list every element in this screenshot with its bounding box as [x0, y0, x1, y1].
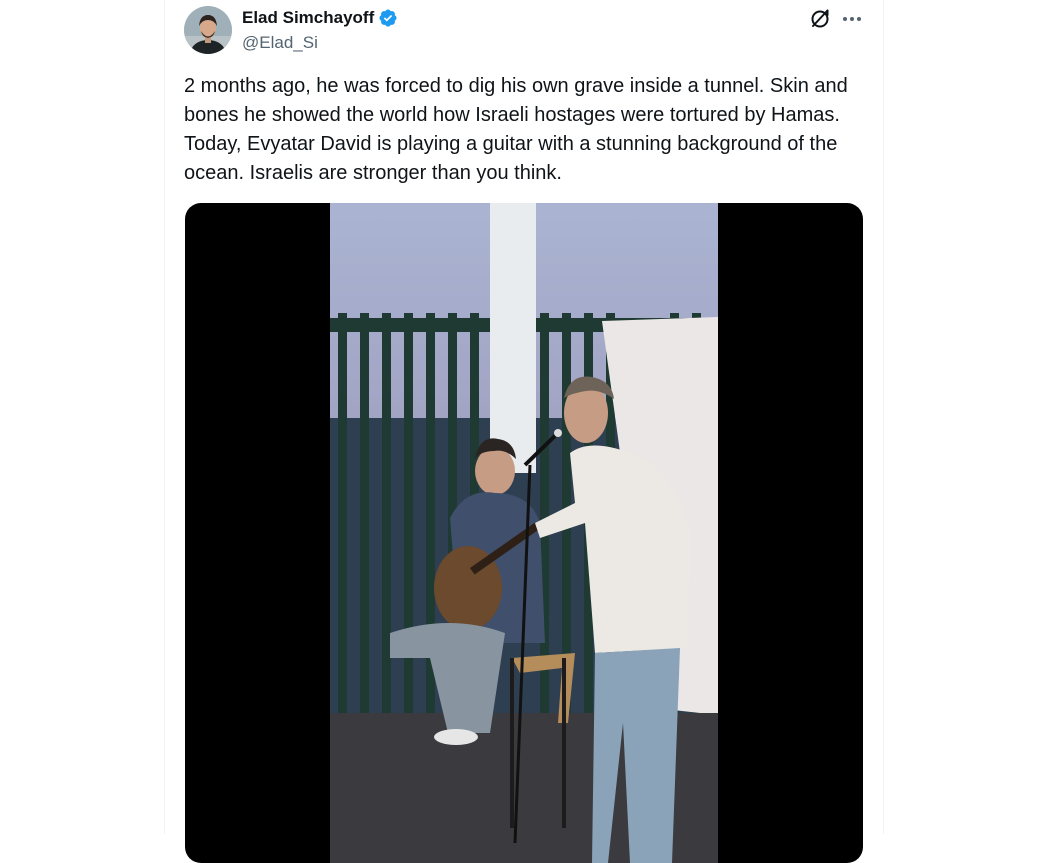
- more-options-icon[interactable]: [840, 7, 864, 31]
- grok-icon[interactable]: [808, 7, 832, 31]
- video-thumbnail[interactable]: [330, 203, 718, 863]
- avatar[interactable]: [184, 6, 232, 54]
- video-player[interactable]: [185, 203, 863, 863]
- timeline-border-right: [883, 0, 884, 834]
- tweet-text: 2 months ago, he was forced to dig his o…: [184, 75, 848, 184]
- author-name[interactable]: Elad Simchayoff: [242, 8, 374, 28]
- author-name-row[interactable]: Elad Simchayoff: [242, 8, 398, 28]
- tweet: Elad Simchayoff @Elad_Si 2 months ago, h…: [165, 0, 883, 863]
- author-handle[interactable]: @Elad_Si: [242, 33, 318, 53]
- verified-badge-icon: [378, 8, 398, 28]
